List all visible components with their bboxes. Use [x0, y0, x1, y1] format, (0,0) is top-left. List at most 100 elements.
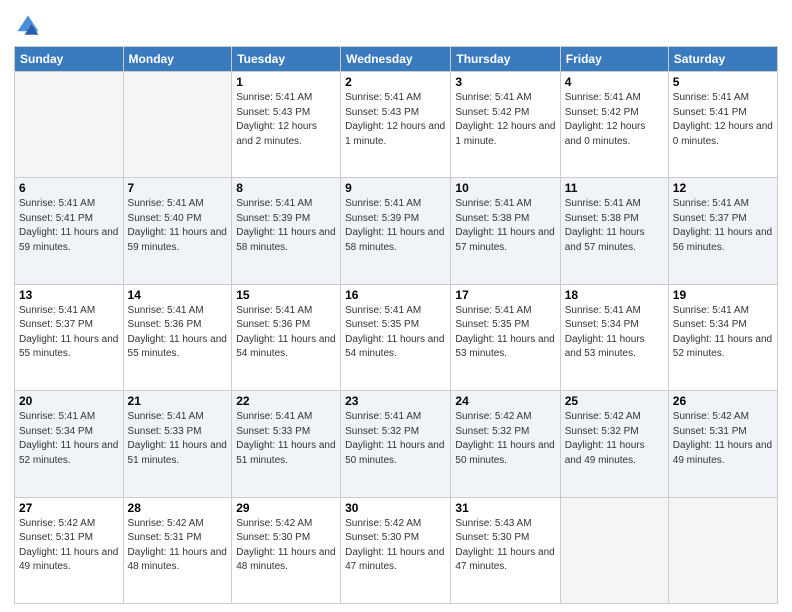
calendar-cell: 8 Sunrise: 5:41 AM Sunset: 5:39 PM Daylig… [232, 178, 341, 284]
day-info: Sunrise: 5:41 AM Sunset: 5:37 PM Dayligh… [673, 197, 773, 255]
day-number: 11 [565, 181, 664, 195]
calendar-cell: 11Sunrise: 5:41 AM Sunset: 5:38 PM Dayli… [560, 178, 668, 284]
calendar-cell: 23Sunrise: 5:41 AM Sunset: 5:32 PM Dayli… [341, 391, 451, 497]
day-number: 4 [565, 75, 664, 89]
header [14, 12, 778, 40]
day-info: Sunrise: 5:41 AM Sunset: 5:41 PM Dayligh… [19, 197, 119, 255]
day-info: Sunrise: 5:41 AM Sunset: 5:36 PM Dayligh… [236, 304, 336, 362]
weekday-header: Sunday [15, 47, 124, 72]
day-number: 19 [673, 288, 773, 302]
day-number: 12 [673, 181, 773, 195]
calendar-cell: 2 Sunrise: 5:41 AM Sunset: 5:43 PM Daylig… [341, 72, 451, 178]
weekday-header: Thursday [451, 47, 560, 72]
day-number: 8 [236, 181, 336, 195]
calendar-cell: 1 Sunrise: 5:41 AM Sunset: 5:43 PM Daylig… [232, 72, 341, 178]
calendar-cell: 28 Sunrise: 5:42 AM Sunset: 5:31 PM Dayli… [123, 497, 232, 603]
day-info: Sunrise: 5:41 AM Sunset: 5:35 PM Dayligh… [455, 304, 555, 362]
logo-icon [14, 12, 42, 40]
calendar-cell [560, 497, 668, 603]
calendar-row: 6 Sunrise: 5:41 AM Sunset: 5:41 PM Daylig… [15, 178, 778, 284]
day-info: Sunrise: 5:41 AM Sunset: 5:34 PM Dayligh… [673, 304, 773, 362]
calendar-cell: 16 Sunrise: 5:41 AM Sunset: 5:35 PM Dayli… [341, 284, 451, 390]
day-info: Sunrise: 5:42 AM Sunset: 5:32 PM Dayligh… [565, 410, 664, 468]
calendar-cell: 10 Sunrise: 5:41 AM Sunset: 5:38 PM Dayli… [451, 178, 560, 284]
calendar-cell: 17 Sunrise: 5:41 AM Sunset: 5:35 PM Dayli… [451, 284, 560, 390]
day-number: 20 [19, 394, 119, 408]
weekday-header: Tuesday [232, 47, 341, 72]
day-info: Sunrise: 5:41 AM Sunset: 5:34 PM Dayligh… [19, 410, 119, 468]
day-number: 14 [128, 288, 228, 302]
day-info: Sunrise: 5:41 AM Sunset: 5:42 PM Dayligh… [455, 91, 555, 149]
calendar-header-row: SundayMondayTuesdayWednesdayThursdayFrid… [15, 47, 778, 72]
day-info: Sunrise: 5:41 AM Sunset: 5:35 PM Dayligh… [345, 304, 446, 362]
calendar-row: 13 Sunrise: 5:41 AM Sunset: 5:37 PM Dayli… [15, 284, 778, 390]
day-number: 22 [236, 394, 336, 408]
day-info: Sunrise: 5:42 AM Sunset: 5:31 PM Dayligh… [19, 517, 119, 575]
day-info: Sunrise: 5:41 AM Sunset: 5:36 PM Dayligh… [128, 304, 228, 362]
calendar-cell: 29 Sunrise: 5:42 AM Sunset: 5:30 PM Dayli… [232, 497, 341, 603]
day-number: 26 [673, 394, 773, 408]
day-info: Sunrise: 5:41 AM Sunset: 5:39 PM Dayligh… [345, 197, 446, 255]
day-number: 17 [455, 288, 555, 302]
day-number: 13 [19, 288, 119, 302]
calendar-cell: 21Sunrise: 5:41 AM Sunset: 5:33 PM Dayli… [123, 391, 232, 497]
day-info: Sunrise: 5:41 AM Sunset: 5:38 PM Dayligh… [455, 197, 555, 255]
logo [14, 12, 46, 40]
calendar-cell: 22 Sunrise: 5:41 AM Sunset: 5:33 PM Dayli… [232, 391, 341, 497]
day-info: Sunrise: 5:41 AM Sunset: 5:33 PM Dayligh… [128, 410, 228, 468]
calendar-cell: 3 Sunrise: 5:41 AM Sunset: 5:42 PM Daylig… [451, 72, 560, 178]
calendar-cell [123, 72, 232, 178]
calendar-cell: 25Sunrise: 5:42 AM Sunset: 5:32 PM Dayli… [560, 391, 668, 497]
day-info: Sunrise: 5:43 AM Sunset: 5:30 PM Dayligh… [455, 517, 555, 575]
calendar-cell: 18 Sunrise: 5:41 AM Sunset: 5:34 PM Dayli… [560, 284, 668, 390]
day-info: Sunrise: 5:41 AM Sunset: 5:43 PM Dayligh… [345, 91, 446, 149]
page: SundayMondayTuesdayWednesdayThursdayFrid… [0, 0, 792, 612]
day-number: 18 [565, 288, 664, 302]
calendar-cell: 4 Sunrise: 5:41 AM Sunset: 5:42 PM Daylig… [560, 72, 668, 178]
calendar-cell: 13 Sunrise: 5:41 AM Sunset: 5:37 PM Dayli… [15, 284, 124, 390]
calendar-cell: 19 Sunrise: 5:41 AM Sunset: 5:34 PM Dayli… [668, 284, 777, 390]
day-info: Sunrise: 5:41 AM Sunset: 5:37 PM Dayligh… [19, 304, 119, 362]
weekday-header: Saturday [668, 47, 777, 72]
day-number: 29 [236, 501, 336, 515]
calendar-cell: 30 Sunrise: 5:42 AM Sunset: 5:30 PM Dayli… [341, 497, 451, 603]
day-number: 3 [455, 75, 555, 89]
calendar-cell: 26Sunrise: 5:42 AM Sunset: 5:31 PM Dayli… [668, 391, 777, 497]
day-info: Sunrise: 5:41 AM Sunset: 5:42 PM Dayligh… [565, 91, 664, 149]
day-info: Sunrise: 5:42 AM Sunset: 5:32 PM Dayligh… [455, 410, 555, 468]
day-info: Sunrise: 5:42 AM Sunset: 5:31 PM Dayligh… [128, 517, 228, 575]
calendar-cell: 12 Sunrise: 5:41 AM Sunset: 5:37 PM Dayli… [668, 178, 777, 284]
day-info: Sunrise: 5:41 AM Sunset: 5:43 PM Dayligh… [236, 91, 336, 149]
weekday-header: Wednesday [341, 47, 451, 72]
day-info: Sunrise: 5:41 AM Sunset: 5:39 PM Dayligh… [236, 197, 336, 255]
day-number: 30 [345, 501, 446, 515]
day-number: 7 [128, 181, 228, 195]
day-info: Sunrise: 5:42 AM Sunset: 5:30 PM Dayligh… [236, 517, 336, 575]
day-info: Sunrise: 5:41 AM Sunset: 5:34 PM Dayligh… [565, 304, 664, 362]
calendar-cell: 31Sunrise: 5:43 AM Sunset: 5:30 PM Dayli… [451, 497, 560, 603]
day-info: Sunrise: 5:42 AM Sunset: 5:30 PM Dayligh… [345, 517, 446, 575]
calendar-cell: 6 Sunrise: 5:41 AM Sunset: 5:41 PM Daylig… [15, 178, 124, 284]
day-info: Sunrise: 5:41 AM Sunset: 5:33 PM Dayligh… [236, 410, 336, 468]
day-info: Sunrise: 5:41 AM Sunset: 5:32 PM Dayligh… [345, 410, 446, 468]
calendar-cell: 7Sunrise: 5:41 AM Sunset: 5:40 PM Daylig… [123, 178, 232, 284]
weekday-header: Monday [123, 47, 232, 72]
calendar-cell: 9Sunrise: 5:41 AM Sunset: 5:39 PM Daylig… [341, 178, 451, 284]
calendar-cell [15, 72, 124, 178]
day-number: 16 [345, 288, 446, 302]
day-number: 6 [19, 181, 119, 195]
day-number: 5 [673, 75, 773, 89]
weekday-header: Friday [560, 47, 668, 72]
calendar-cell: 24 Sunrise: 5:42 AM Sunset: 5:32 PM Dayli… [451, 391, 560, 497]
day-info: Sunrise: 5:41 AM Sunset: 5:41 PM Dayligh… [673, 91, 773, 149]
day-number: 28 [128, 501, 228, 515]
day-number: 24 [455, 394, 555, 408]
day-number: 2 [345, 75, 446, 89]
calendar-cell: 14 Sunrise: 5:41 AM Sunset: 5:36 PM Dayli… [123, 284, 232, 390]
calendar-row: 20 Sunrise: 5:41 AM Sunset: 5:34 PM Dayli… [15, 391, 778, 497]
day-number: 1 [236, 75, 336, 89]
day-number: 10 [455, 181, 555, 195]
calendar-cell: 15Sunrise: 5:41 AM Sunset: 5:36 PM Dayli… [232, 284, 341, 390]
calendar-cell: 5 Sunrise: 5:41 AM Sunset: 5:41 PM Daylig… [668, 72, 777, 178]
calendar-cell: 20 Sunrise: 5:41 AM Sunset: 5:34 PM Dayli… [15, 391, 124, 497]
